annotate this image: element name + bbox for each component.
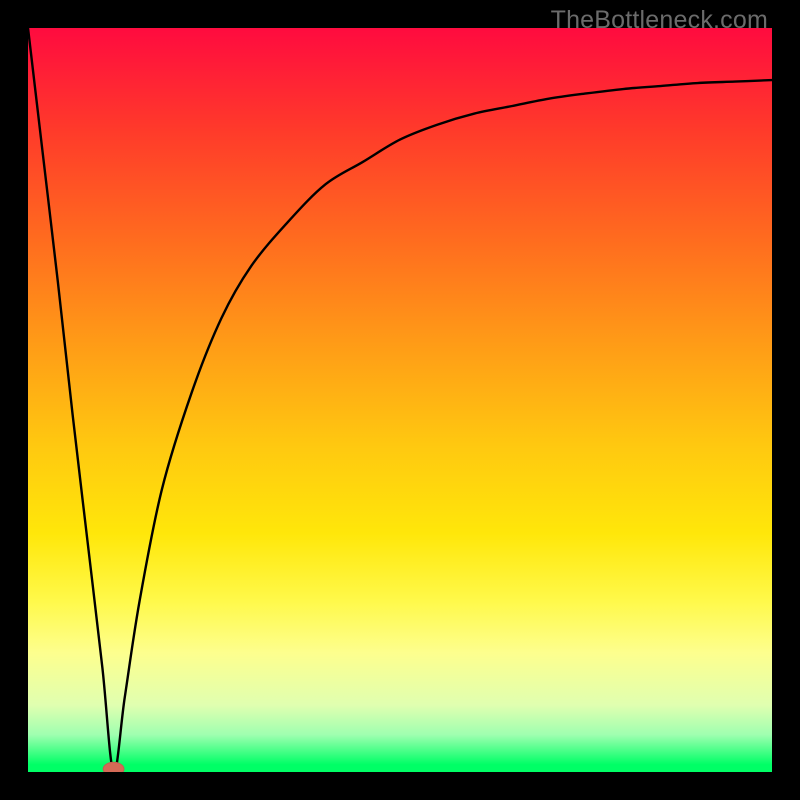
plot-area (28, 28, 772, 772)
chart-frame: TheBottleneck.com (0, 0, 800, 800)
bottleneck-curve (28, 28, 772, 772)
chart-svg (28, 28, 772, 772)
minimum-marker (103, 762, 124, 772)
